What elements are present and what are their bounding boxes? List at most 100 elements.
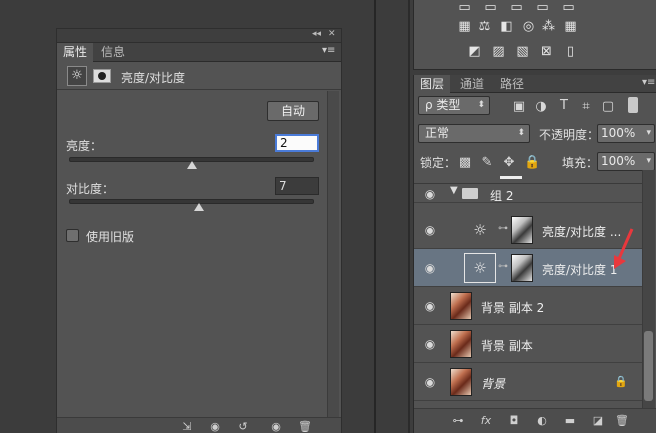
balance-icon[interactable]: ⚖ — [476, 18, 493, 35]
type-filter-icon[interactable]: T — [557, 98, 571, 113]
layers-footer: ⊶ fx ◘ ◐ ▬ ◪ 🗑 — [414, 408, 656, 433]
layers-menu-icon[interactable]: ▾≡ — [642, 77, 655, 88]
lock-pixels-icon[interactable]: ✎ — [480, 155, 494, 170]
layers-scrollbar-thumb[interactable] — [644, 331, 653, 401]
tab-layers[interactable]: 图层 — [414, 75, 451, 93]
color-balance-icon[interactable]: ▦ — [456, 18, 473, 35]
layer-name: 背景 副本 2 — [481, 301, 545, 315]
lock-all-icon[interactable]: 🔒 — [524, 155, 540, 170]
layer-row-adjustment-selected[interactable]: ◉ ☼ ⊶ 亮度/对比度 1 — [414, 249, 642, 287]
fx-icon[interactable]: fx — [478, 412, 494, 429]
properties-footer: ⇲ ◉ ↺ ◉ 🗑 — [57, 417, 341, 433]
tab-info[interactable]: 信息 — [95, 43, 131, 62]
layer-mask-icon[interactable] — [93, 69, 111, 83]
brightness-label: 亮度： — [66, 139, 103, 153]
opacity-input[interactable]: 100% ▾ — [597, 124, 655, 143]
layer-thumbnail[interactable] — [450, 368, 472, 396]
posterize-icon[interactable]: ▨ — [490, 43, 507, 60]
contrast-slider-thumb[interactable] — [193, 203, 204, 211]
lock-position-icon[interactable]: ✥ — [502, 155, 516, 170]
threshold-icon[interactable]: ▧ — [514, 43, 531, 60]
contrast-slider-track[interactable] — [69, 199, 314, 204]
auto-button[interactable]: 自动 — [267, 101, 319, 121]
close-icon[interactable]: ✕ — [328, 29, 336, 39]
invert-icon[interactable]: ◩ — [466, 43, 483, 60]
layer-name: 亮度/对比度 ... — [542, 225, 622, 239]
layer-thumbnail[interactable] — [450, 330, 472, 358]
layer-name: 组 2 — [490, 189, 514, 203]
black-white-icon[interactable]: ◧ — [498, 18, 515, 35]
channel-mixer-icon[interactable]: ⁂ — [540, 18, 557, 35]
new-adjustment-icon[interactable]: ◐ — [534, 412, 550, 429]
filter-kind-dropdown[interactable]: ρ 类型 ⬍ — [418, 96, 490, 115]
adjustment-icon[interactable]: ▭ — [508, 0, 525, 16]
chevron-down-icon: ⬍ — [517, 128, 525, 138]
properties-scrollbar[interactable] — [327, 91, 339, 417]
visibility-eye-icon[interactable]: ◉ — [422, 375, 438, 389]
layer-mask-thumbnail[interactable] — [511, 216, 533, 244]
panel-menu-icon[interactable]: ▾≡ — [322, 45, 335, 56]
layer-row-image[interactable]: ◉ 背景 副本 — [414, 325, 642, 363]
layer-row-background[interactable]: ◉ 背景 🔒 — [414, 363, 642, 401]
layer-row-group[interactable]: ◉ ▼ 组 2 — [414, 185, 642, 203]
add-mask-icon[interactable]: ◘ — [506, 412, 522, 429]
adjustment-icon[interactable]: ▭ — [482, 0, 499, 16]
chevron-down-icon[interactable]: ▼ — [450, 185, 458, 196]
reset-icon[interactable]: ↺ — [235, 418, 251, 433]
filter-kind-label: ρ 类型 — [425, 98, 461, 112]
adjustment-icon[interactable]: ▭ — [560, 0, 577, 16]
photo-filter-icon[interactable]: ◎ — [520, 18, 537, 35]
fill-input[interactable]: 100% ▾ — [597, 152, 655, 171]
layer-mask-thumbnail[interactable] — [511, 254, 533, 282]
adjustment-filter-icon[interactable]: ◑ — [534, 99, 548, 114]
brightness-contrast-icon: ☼ — [473, 259, 487, 277]
new-group-icon[interactable]: ▬ — [562, 412, 578, 429]
visibility-eye-icon[interactable]: ◉ — [268, 418, 284, 433]
folder-icon — [462, 188, 478, 199]
collapse-icon[interactable]: ◂◂ — [312, 29, 321, 39]
chevron-down-icon: ▾ — [646, 156, 651, 166]
blend-mode-dropdown[interactable]: 正常 ⬍ — [418, 124, 530, 143]
new-layer-icon[interactable]: ◪ — [590, 412, 606, 429]
adjustment-header: ☼ 亮度/对比度 — [57, 62, 341, 90]
adjustment-icon[interactable]: ▭ — [456, 0, 473, 16]
properties-tabbar: 属性 信息 ▾≡ — [57, 43, 341, 62]
link-icon[interactable]: ⊶ — [498, 261, 508, 272]
lock-transparent-icon[interactable]: ▩ — [458, 155, 472, 170]
view-previous-icon[interactable]: ◉ — [207, 418, 223, 433]
trash-icon[interactable]: 🗑 — [297, 418, 313, 433]
filter-toggle[interactable] — [628, 97, 638, 113]
panel-titlebar[interactable]: ◂◂ ✕ — [57, 29, 341, 43]
layer-row-image[interactable]: ◉ 背景 副本 2 — [414, 287, 642, 325]
smart-object-filter-icon[interactable]: ▢ — [601, 99, 615, 114]
brightness-input[interactable]: 2 — [275, 134, 319, 152]
brightness-contrast-icon[interactable]: ☼ — [67, 66, 87, 86]
layer-name: 背景 副本 — [481, 339, 533, 353]
brightness-slider-thumb[interactable] — [186, 161, 197, 169]
clip-to-layer-icon[interactable]: ⇲ — [179, 418, 195, 433]
trash-icon[interactable]: 🗑 — [614, 412, 630, 429]
link-icon[interactable]: ⊶ — [498, 223, 508, 234]
contrast-input[interactable]: 7 — [275, 177, 319, 195]
visibility-eye-icon[interactable]: ◉ — [422, 223, 438, 237]
layer-thumbnail[interactable] — [450, 292, 472, 320]
visibility-eye-icon[interactable]: ◉ — [422, 187, 438, 201]
layer-name: 亮度/对比度 1 — [542, 263, 618, 277]
link-layers-icon[interactable]: ⊶ — [450, 412, 466, 429]
layer-row-adjustment[interactable]: ◉ ☼ ⊶ 亮度/对比度 ... — [414, 211, 642, 249]
selective-color-icon[interactable]: ▯ — [562, 43, 579, 60]
tab-properties[interactable]: 属性 — [57, 43, 94, 62]
visibility-eye-icon[interactable]: ◉ — [422, 299, 438, 313]
color-lookup-icon[interactable]: ▦ — [562, 18, 579, 35]
visibility-eye-icon[interactable]: ◉ — [422, 261, 438, 275]
tab-paths[interactable]: 路径 — [494, 75, 530, 93]
pixel-filter-icon[interactable]: ▣ — [512, 99, 526, 114]
layer-thumb-partial — [500, 176, 522, 179]
tab-channels[interactable]: 通道 — [454, 75, 490, 93]
shape-filter-icon[interactable]: ⌗ — [579, 99, 593, 114]
adjustment-icon[interactable]: ▭ — [534, 0, 551, 16]
legacy-checkbox[interactable] — [66, 229, 79, 242]
visibility-eye-icon[interactable]: ◉ — [422, 337, 438, 351]
annotation-arrow-shaft — [616, 228, 634, 262]
gradient-map-icon[interactable]: ⊠ — [538, 43, 555, 60]
